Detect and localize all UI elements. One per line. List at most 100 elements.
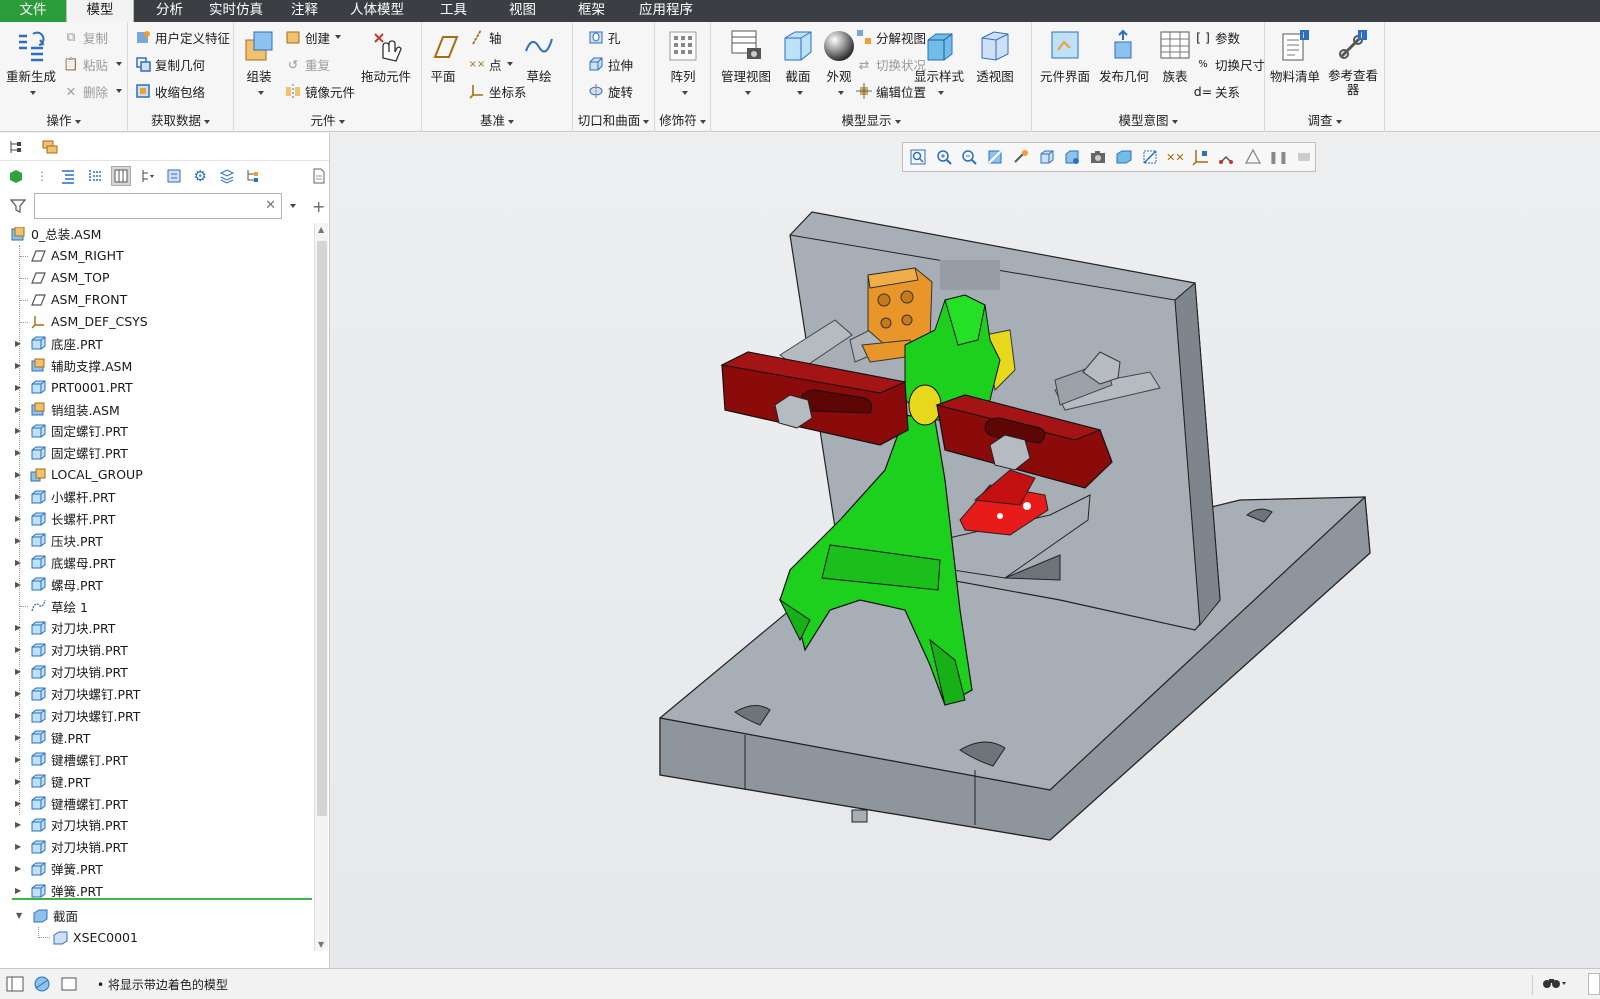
shrinkwrap-button[interactable]: 收缩包络 xyxy=(134,80,205,102)
layer-tree-tab-icon[interactable] xyxy=(40,137,60,157)
section-button[interactable]: 截面 xyxy=(778,26,818,99)
tree-item[interactable]: ▶ 对刀块销.PRT xyxy=(0,661,314,683)
add-filter-icon[interactable]: + xyxy=(312,197,325,216)
parameters-button[interactable]: [ ] 参数 xyxy=(1194,26,1240,48)
assemble-button[interactable]: 组装 xyxy=(234,26,284,99)
tree-search-input[interactable]: ✕ xyxy=(34,193,282,219)
scroll-up-icon[interactable]: ▲ xyxy=(318,225,324,234)
tree-item[interactable]: ASM_TOP xyxy=(0,267,314,289)
menu-model[interactable]: 模型 xyxy=(66,0,134,22)
tree-item[interactable]: ▶ 对刀块销.PRT xyxy=(0,814,314,836)
tree-search-field[interactable] xyxy=(35,194,255,218)
tree-scrollbar-thumb[interactable] xyxy=(317,241,327,816)
clear-search-icon[interactable]: ✕ xyxy=(265,198,276,213)
tree-item[interactable]: ASM_RIGHT xyxy=(0,245,314,267)
collapse-icon[interactable]: ▼ xyxy=(16,911,24,920)
hierarchy-icon[interactable] xyxy=(243,166,262,186)
tree-settings-icon[interactable] xyxy=(138,166,157,186)
menu-human-model[interactable]: 人体模型 xyxy=(334,0,420,22)
bom-button[interactable]: i 物料清单 xyxy=(1267,26,1323,84)
plane-button[interactable]: 平面 xyxy=(422,26,464,84)
search-options-chevron-down-icon[interactable] xyxy=(290,204,296,208)
tree-item[interactable]: ▶ 压块.PRT xyxy=(0,529,314,551)
drag-component-button[interactable]: 拖动元件 xyxy=(356,26,416,84)
sketch-button[interactable]: 草绘 xyxy=(518,26,560,84)
pattern-button[interactable]: 阵列 xyxy=(656,26,710,99)
regenerate-button[interactable]: 重新生成 xyxy=(3,26,59,99)
expand-arrow-icon[interactable]: ▶ xyxy=(15,842,23,851)
filter-funnel-icon[interactable] xyxy=(8,196,28,216)
expand-arrow-icon[interactable]: ▶ xyxy=(15,820,23,829)
insert-indicator[interactable] xyxy=(12,898,312,900)
group-label-cut-surface[interactable]: 切口和曲面 xyxy=(573,110,654,129)
appearance-button[interactable]: 外观 xyxy=(819,26,859,99)
display-style-button[interactable]: 显示样式 xyxy=(911,26,967,99)
tree-item[interactable]: ▶ 底螺母.PRT xyxy=(0,551,314,573)
model-viewport[interactable] xyxy=(331,133,1600,968)
delete-button[interactable]: ✕ 删除 xyxy=(62,80,123,102)
group-label-component[interactable]: 元件 xyxy=(234,110,421,129)
tree-item[interactable]: ▶ 对刀块.PRT xyxy=(0,617,314,639)
model-tree-tab-icon[interactable] xyxy=(6,137,26,157)
tree-item[interactable]: ▶ LOCAL_GROUP xyxy=(0,464,314,486)
mirror-component-button[interactable]: 镜像元件 xyxy=(284,80,355,102)
tree-item[interactable]: ▶ 对刀块销.PRT xyxy=(0,639,314,661)
menu-analysis[interactable]: 分析 xyxy=(134,0,197,22)
tree-item[interactable]: ▶ 键.PRT xyxy=(0,726,314,748)
axis-button[interactable]: 轴 xyxy=(468,26,502,48)
reference-viewer-button[interactable]: i 参考查看器 xyxy=(1325,26,1381,97)
tree-scrollbar[interactable]: ▲ ▼ xyxy=(314,223,328,951)
tree-item[interactable]: ▶ 键槽螺钉.PRT xyxy=(0,792,314,814)
paste-button[interactable]: 📋 粘贴 xyxy=(62,53,123,75)
tree-columns-icon[interactable] xyxy=(111,166,131,186)
tree-item[interactable]: ASM_FRONT xyxy=(0,289,314,311)
tree-item[interactable]: ▶ 小螺杆.PRT xyxy=(0,486,314,508)
menu-view[interactable]: 视图 xyxy=(487,0,558,22)
family-table-button[interactable]: 族表 xyxy=(1154,26,1196,84)
group-label-datum[interactable]: 基准 xyxy=(422,110,572,129)
tree-item[interactable]: ▶ 销组装.ASM xyxy=(0,398,314,420)
point-button[interactable]: ×× 点 xyxy=(468,53,513,75)
layers-icon[interactable] xyxy=(217,166,236,186)
copy-geometry-button[interactable]: 复制几何 xyxy=(134,53,205,75)
section-item[interactable]: XSEC0001 xyxy=(0,926,314,949)
tree-item[interactable]: ▶ 固定螺钉.PRT xyxy=(0,420,314,442)
status-browser-icon[interactable] xyxy=(33,976,51,995)
tree-item[interactable]: ASM_DEF_CSYS xyxy=(0,311,314,333)
hole-button[interactable]: 孔 xyxy=(587,26,621,48)
menu-annotate[interactable]: 注释 xyxy=(275,0,334,22)
tree-item[interactable]: ▶ 键槽螺钉.PRT xyxy=(0,748,314,770)
scroll-down-icon[interactable]: ▼ xyxy=(318,940,324,949)
extrude-button[interactable]: 拉伸 xyxy=(587,53,633,75)
group-label-model-display[interactable]: 模型显示 xyxy=(711,110,1031,129)
collapse-all-icon[interactable] xyxy=(85,166,104,186)
revolve-button[interactable]: 旋转 xyxy=(587,80,633,102)
menu-tools[interactable]: 工具 xyxy=(420,0,487,22)
tree-item[interactable]: ▶ 辅助支撑.ASM xyxy=(0,354,314,376)
relations-button[interactable]: d= 关系 xyxy=(1194,80,1240,102)
tree-item[interactable]: 草绘 1 xyxy=(0,595,314,617)
tree-root[interactable]: 0_总装.ASM xyxy=(0,223,314,245)
tree-item[interactable]: ▶ 长螺杆.PRT xyxy=(0,508,314,530)
menu-framework[interactable]: 框架 xyxy=(558,0,625,22)
group-label-modifiers[interactable]: 修饰符 xyxy=(655,110,710,129)
menu-applications[interactable]: 应用程序 xyxy=(625,0,707,22)
copy-button[interactable]: ⧉ 复制 xyxy=(62,26,108,48)
status-tree-icon[interactable] xyxy=(6,976,24,995)
tree-item[interactable]: ▶ 对刀块螺钉.PRT xyxy=(0,705,314,727)
tree-item[interactable]: ▶ PRT0001.PRT xyxy=(0,376,314,398)
tree-item[interactable]: ▶ 弹簧.PRT xyxy=(0,858,314,880)
manage-views-button[interactable]: 管理视图 xyxy=(718,26,774,99)
group-label-investigate[interactable]: 调查 xyxy=(1265,110,1384,129)
find-icon[interactable] xyxy=(1532,975,1572,995)
tree-item[interactable]: ▶ 底座.PRT xyxy=(0,332,314,354)
udf-button[interactable]: 用户定义特征 xyxy=(134,26,230,48)
perspective-button[interactable]: 透视图 xyxy=(967,26,1023,84)
show-icon[interactable] xyxy=(164,166,183,186)
expand-arrow-icon[interactable]: ▶ xyxy=(15,864,23,873)
tree-filter-icon[interactable]: ⋮ xyxy=(32,166,51,186)
create-button[interactable]: 创建 xyxy=(284,26,342,48)
group-label-operations[interactable]: 操作 xyxy=(0,110,127,129)
status-fullscreen-icon[interactable] xyxy=(60,976,78,995)
tree-item[interactable]: ▶ 对刀块销.PRT xyxy=(0,836,314,858)
